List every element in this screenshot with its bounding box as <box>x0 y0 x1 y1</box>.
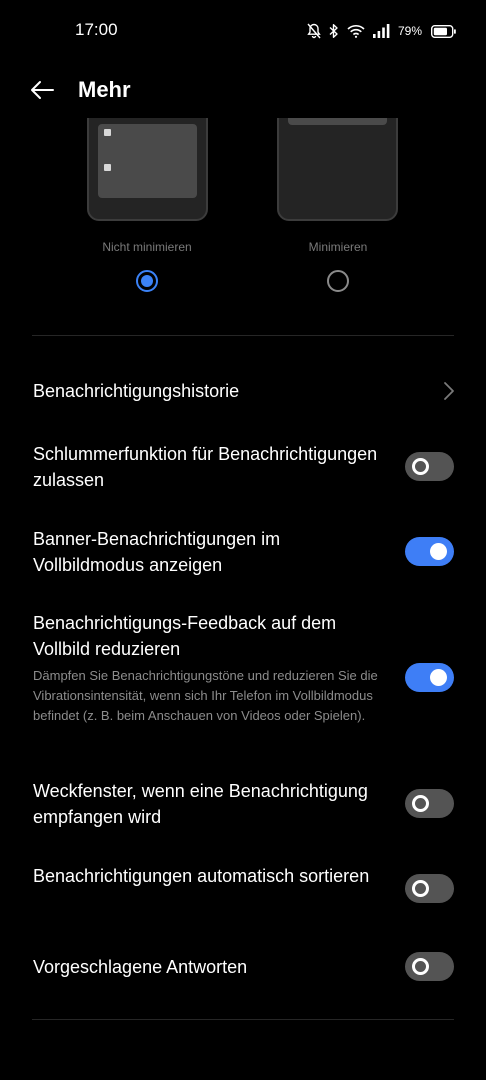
suggested-replies-label: Vorgeschlagene Antworten <box>33 957 248 977</box>
feedback-reduce-row[interactable]: Benachrichtigungs-Feedback auf dem Vollb… <box>0 609 486 749</box>
banner-fullscreen-row[interactable]: Banner-Benachrichtigungen im Vollbildmod… <box>0 525 486 581</box>
auto-sort-row[interactable]: Benachrichtigungen automatisch sortieren <box>0 862 486 918</box>
wake-window-row[interactable]: Weckfenster, wenn eine Benachrichtigung … <box>0 777 486 833</box>
snooze-label: Schlummerfunktion für Benachrichtigungen… <box>33 444 378 490</box>
chevron-right-icon <box>444 382 454 400</box>
status-time: 17:00 <box>75 20 118 39</box>
toggle-knob <box>412 795 429 812</box>
arrow-left-icon <box>31 81 54 99</box>
toggle-knob <box>430 543 447 560</box>
notification-preview-small <box>288 118 387 125</box>
notification-history-label: Benachrichtigungshistorie <box>33 381 240 401</box>
battery-icon <box>431 24 456 38</box>
snooze-row[interactable]: Schlummerfunktion für Benachrichtigungen… <box>0 440 486 496</box>
suggested-replies-row[interactable]: Vorgeschlagene Antworten <box>0 950 486 984</box>
feedback-reduce-label: Benachrichtigungs-Feedback auf dem Vollb… <box>33 613 337 659</box>
back-button[interactable] <box>24 74 60 106</box>
header: Mehr <box>0 68 486 112</box>
toggle-knob <box>412 958 429 975</box>
radio-minimize[interactable] <box>327 270 349 292</box>
toggle-knob <box>412 458 429 475</box>
mute-bell-icon <box>307 23 321 39</box>
feedback-reduce-toggle[interactable] <box>405 663 454 692</box>
signal-icon <box>372 24 390 38</box>
banner-fullscreen-toggle[interactable] <box>405 537 454 566</box>
status-bar: 17:00 79% <box>0 0 486 60</box>
divider <box>32 1019 454 1020</box>
option-label-minimize: Minimieren <box>308 240 368 254</box>
battery-percent: 79% <box>397 24 422 38</box>
preview-dot <box>104 129 111 136</box>
banner-style-preview: Nicht minimieren Minimieren <box>0 118 486 298</box>
option-label-no-minimize: Nicht minimieren <box>102 240 192 254</box>
phone-preview-minimized[interactable] <box>277 118 398 221</box>
notification-history-row[interactable]: Benachrichtigungshistorie <box>0 372 486 410</box>
snooze-toggle[interactable] <box>405 452 454 481</box>
auto-sort-toggle[interactable] <box>405 874 454 903</box>
divider <box>32 335 454 336</box>
suggested-replies-toggle[interactable] <box>405 952 454 981</box>
toggle-knob <box>430 669 447 686</box>
auto-sort-label: Benachrichtigungen automatisch sortieren <box>33 866 370 886</box>
page-title: Mehr <box>78 77 131 102</box>
wifi-icon <box>347 24 365 38</box>
status-icons: 79% <box>307 20 456 42</box>
phone-preview-expanded[interactable] <box>87 118 208 221</box>
radio-no-minimize[interactable] <box>136 270 158 292</box>
bluetooth-icon <box>329 23 339 39</box>
banner-fullscreen-label: Banner-Benachrichtigungen im Vollbildmod… <box>33 529 281 575</box>
toggle-knob <box>412 880 429 897</box>
wake-window-toggle[interactable] <box>405 789 454 818</box>
feedback-reduce-description: Dämpfen Sie Benachrichtigungstöne und re… <box>33 668 378 723</box>
notification-preview-large <box>98 124 197 198</box>
wake-window-label: Weckfenster, wenn eine Benachrichtigung … <box>33 781 368 827</box>
preview-dot <box>104 164 111 171</box>
